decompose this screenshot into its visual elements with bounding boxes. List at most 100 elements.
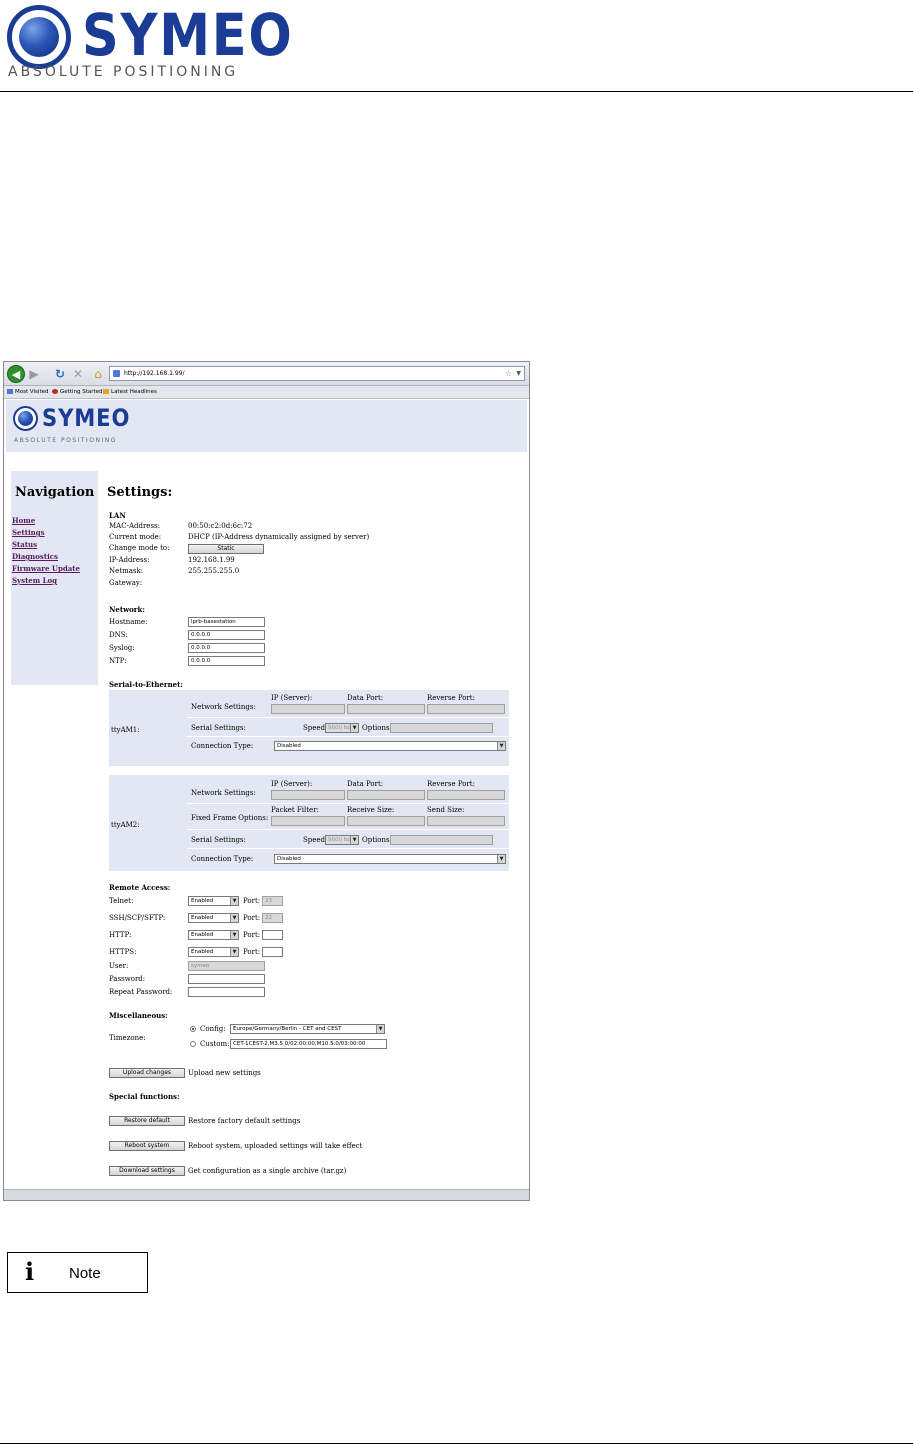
user-input[interactable]: symeo [188,961,265,971]
tty2-send-input[interactable] [427,816,505,826]
tty1-connection-select[interactable]: Disabled ▼ [274,741,506,751]
static-mode-button[interactable]: Static [188,544,264,554]
chevron-down-icon: ▼ [230,931,238,939]
chevron-down-icon: ▼ [230,948,238,956]
restore-description: Restore factory default settings [188,1117,301,1125]
http-select[interactable]: Enabled ▼ [188,930,239,940]
tty2-connection-label: Connection Type: [191,855,254,863]
dropdown-arrow-icon[interactable]: ▼ [516,367,521,380]
chevron-down-icon: ▼ [350,836,358,844]
timezone-config-select[interactable]: Europe/Germany/Berlin - CET and CEST ▼ [230,1024,385,1034]
reboot-system-button[interactable]: Reboot system [109,1141,185,1151]
home-icon[interactable]: ⌂ [90,366,106,382]
tty2-packet-label: Packet Filter: [271,806,319,814]
row-divider [187,736,509,737]
tty2-receive-input[interactable] [347,816,425,826]
nav-link-home[interactable]: Home [12,516,35,525]
ntp-label: NTP: [109,657,127,665]
http-port-input[interactable] [262,930,283,940]
ntp-input[interactable]: 0.0.0.0 [188,656,265,666]
note-box: i Note [7,1252,148,1293]
tty2-packet-input[interactable] [271,816,345,826]
change-mode-label: Change mode to: [109,544,170,552]
tty1-options-input[interactable] [390,723,493,733]
tty-am1-label: ttyAM1: [111,726,140,734]
bookmark-getting-started[interactable]: Getting Started [52,386,103,398]
custom-radio[interactable] [190,1041,196,1047]
ip-label: IP-Address: [109,556,150,564]
password-input[interactable] [188,974,265,984]
tty2-speed-select[interactable]: 9600 bps ▼ [325,835,359,845]
dns-input[interactable]: 0.0.0.0 [188,630,265,640]
reload-icon[interactable]: ↻ [52,366,68,382]
download-settings-button[interactable]: Download settings [109,1166,185,1176]
network-heading: Network: [109,605,145,614]
nav-link-firmware-update[interactable]: Firmware Update [12,564,80,573]
tty-am2-label: ttyAM2: [111,821,140,829]
url-text: http://192.168.1.99/ [124,370,185,377]
telnet-port-input[interactable]: 23 [262,896,283,906]
address-bar[interactable]: http://192.168.1.99/ ☆ ▼ [109,366,525,381]
nav-link-status[interactable]: Status [12,540,37,549]
gateway-label: Gateway: [109,579,143,587]
tty1-serial-label: Serial Settings: [191,724,246,732]
back-icon[interactable]: ◀ [7,365,25,383]
bookmark-latest-headlines[interactable]: Latest Headlines [103,386,157,398]
hostname-label: Hostname: [109,618,148,626]
https-label: HTTPS: [109,948,137,956]
ssh-select[interactable]: Enabled ▼ [188,913,239,923]
ssh-port-input[interactable]: 22 [262,913,283,923]
tty2-ip-label: IP (Server): [271,780,313,788]
telnet-label: Telnet: [109,897,134,905]
tty1-speed-select[interactable]: 9600 bps ▼ [325,723,359,733]
tty2-options-label: Options: [362,836,392,844]
https-select[interactable]: Enabled ▼ [188,947,239,957]
forward-icon[interactable]: ▶ [26,366,42,382]
page-title: Settings: [107,485,173,500]
http-label: HTTP: [109,931,132,939]
nav-link-system-log[interactable]: System Log [12,576,57,585]
nav-link-diagnostics[interactable]: Diagnostics [12,552,58,561]
mac-value: 00:50:c2:0d:6c:72 [188,522,253,530]
syslog-input[interactable]: 0.0.0.0 [188,643,265,653]
tty1-speed-label: Speed: [303,724,328,732]
tty2-data-port-input[interactable] [347,790,425,800]
hostname-input[interactable]: lprb-basestation [188,617,265,627]
tty1-ip-input[interactable] [271,704,345,714]
repeat-password-label: Repeat Password: [109,988,173,996]
restore-default-button[interactable]: Restore default [109,1116,185,1126]
star-icon[interactable]: ☆ [505,367,512,380]
nav-link-settings[interactable]: Settings [12,528,45,537]
tty2-connection-select[interactable]: Disabled ▼ [274,854,506,864]
syslog-label: Syslog: [109,644,135,652]
tty2-reverse-port-input[interactable] [427,790,505,800]
bookmark-most-visited[interactable]: Most Visited [7,386,48,398]
config-label: Config: [200,1025,226,1033]
browser-window: ◀ ▶ ↻ ✕ ⌂ http://192.168.1.99/ ☆ ▼ Most … [3,361,530,1201]
footer-divider [0,1443,913,1444]
upload-changes-button[interactable]: Upload changes [109,1068,185,1078]
user-label: User: [109,962,129,970]
bookmarks-bar: Most Visited Getting Started Latest Head… [4,386,529,399]
repeat-password-input[interactable] [188,987,265,997]
page-logo-tagline: ABSOLUTE POSITIONING [14,437,117,444]
tty1-reverse-port-input[interactable] [427,704,505,714]
tty2-options-input[interactable] [390,835,493,845]
https-port-input[interactable] [262,947,283,957]
timezone-custom-input[interactable]: CET-1CEST-2,M3.5.0/02:00:00,M10.5.0/03:0… [230,1039,387,1049]
stop-icon[interactable]: ✕ [70,366,86,382]
lan-heading: LAN [109,511,126,520]
custom-label: Custom: [200,1040,230,1048]
bookmark-folder-icon [7,389,13,394]
tty2-send-label: Send Size: [427,806,465,814]
mode-value: DHCP (IP-Address dynamically assigned by… [188,533,370,541]
config-radio[interactable] [190,1026,196,1032]
tty2-speed-label: Speed: [303,836,328,844]
telnet-select[interactable]: Enabled ▼ [188,896,239,906]
tty2-ip-input[interactable] [271,790,345,800]
tty1-data-port-input[interactable] [347,704,425,714]
serial-heading: Serial-to-Ethernet: [109,680,183,689]
ssh-port-label: Port: [243,914,261,922]
tty2-serial-label: Serial Settings: [191,836,246,844]
tty1-data-port-label: Data Port: [347,694,384,702]
